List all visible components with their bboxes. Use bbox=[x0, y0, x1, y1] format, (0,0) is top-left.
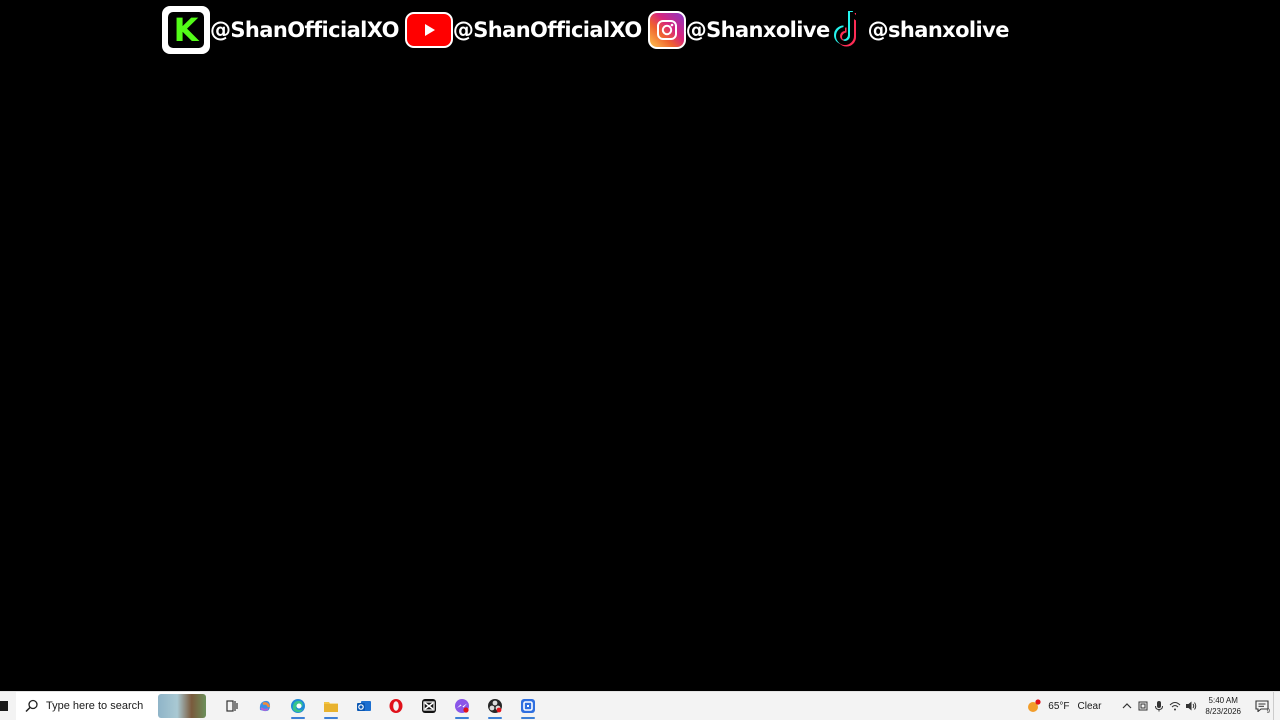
tiktok-handle: @shanxolive bbox=[866, 17, 1010, 44]
messenger-icon[interactable] bbox=[446, 692, 478, 720]
taskbar-search-box[interactable]: Type here to search bbox=[16, 692, 206, 720]
taskbar-apps bbox=[216, 692, 545, 720]
weather-condition: Clear bbox=[1077, 700, 1102, 712]
social-overlay-banner: K @ShanOfficialXO @ShanOfficialXO @Shanx… bbox=[162, 4, 1011, 56]
kick-logo-icon: K bbox=[162, 6, 210, 54]
search-placeholder: Type here to search bbox=[46, 700, 144, 712]
kick-handle: @ShanOfficialXO bbox=[209, 17, 401, 44]
taskbar-clock[interactable]: 5:40 AM 8/23/2026 bbox=[1205, 695, 1241, 717]
tiktok-logo-icon bbox=[832, 8, 868, 52]
edge-icon[interactable] bbox=[282, 692, 314, 720]
youtube-handle: @ShanOfficialXO bbox=[452, 17, 644, 44]
capcut-icon[interactable] bbox=[413, 692, 445, 720]
weather-widget[interactable]: 65°F Clear bbox=[1026, 699, 1101, 713]
instagram-logo-icon bbox=[647, 11, 686, 49]
system-tray: 65°F Clear 5:40 AM 8/23/2026 9 bbox=[1026, 692, 1280, 720]
windows-logo-icon bbox=[0, 701, 8, 711]
youtube-logo-icon bbox=[404, 12, 453, 48]
chevron-up-icon[interactable] bbox=[1119, 692, 1135, 720]
clock-time: 5:40 AM bbox=[1208, 696, 1238, 705]
app-icon[interactable] bbox=[512, 692, 544, 720]
opera-icon[interactable] bbox=[380, 692, 412, 720]
copilot-icon[interactable] bbox=[249, 692, 281, 720]
notification-count: 9 bbox=[1266, 709, 1270, 715]
device-icon[interactable] bbox=[1135, 692, 1151, 720]
microphone-icon[interactable] bbox=[1151, 692, 1167, 720]
search-icon bbox=[25, 699, 38, 713]
taskbar: Type here to search 65°F Clear 5:40 AM 8… bbox=[0, 691, 1280, 720]
network-icon[interactable] bbox=[1167, 692, 1183, 720]
instagram-handle: @Shanxolive bbox=[684, 17, 831, 44]
outlook-icon[interactable] bbox=[348, 692, 380, 720]
volume-icon[interactable] bbox=[1183, 692, 1199, 720]
weather-icon bbox=[1026, 699, 1042, 713]
kick-logo-letter: K bbox=[168, 12, 204, 48]
obs-icon[interactable] bbox=[479, 692, 511, 720]
clock-date: 8/23/2026 bbox=[1205, 707, 1241, 716]
weather-temperature: 65°F bbox=[1048, 700, 1070, 712]
show-desktop-button[interactable] bbox=[1273, 692, 1280, 720]
search-highlight-image[interactable] bbox=[158, 694, 206, 718]
start-button[interactable] bbox=[0, 692, 10, 720]
file-explorer-icon[interactable] bbox=[315, 692, 347, 720]
task-view-icon[interactable] bbox=[216, 692, 248, 720]
notification-center-button[interactable]: 9 bbox=[1251, 692, 1273, 720]
